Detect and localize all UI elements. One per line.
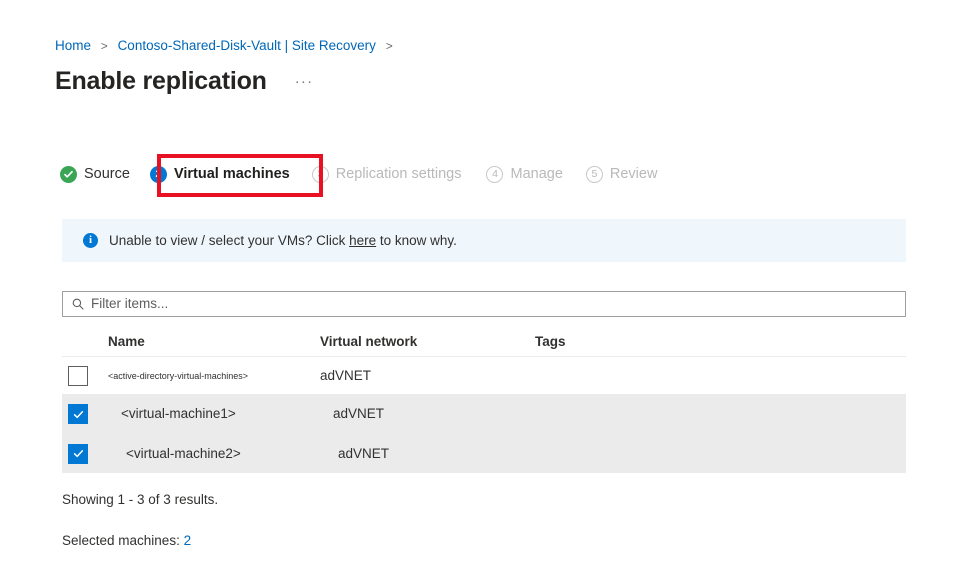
search-icon xyxy=(72,298,84,310)
table-row[interactable]: <virtual-machine2> adVNET xyxy=(62,434,906,473)
selected-machines-label: Selected machines: xyxy=(62,533,184,548)
info-icon: i xyxy=(83,233,98,248)
row-checkbox[interactable] xyxy=(68,444,88,464)
row-checkbox[interactable] xyxy=(68,366,88,386)
breadcrumb: Home > Contoso-Shared-Disk-Vault | Site … xyxy=(55,37,399,55)
table-header-row: Name Virtual network Tags xyxy=(62,328,906,357)
info-banner-text-after: to know why. xyxy=(376,233,457,248)
table-row[interactable]: <virtual-machine1> adVNET xyxy=(62,394,906,434)
row-checkbox-cell xyxy=(62,444,108,464)
table-row[interactable]: <active-directory-virtual-machines> adVN… xyxy=(62,357,906,394)
step-virtual-machines-label: Virtual machines xyxy=(174,165,290,183)
selected-machines-text: Selected machines: 2 xyxy=(62,532,191,550)
filter-input[interactable]: Filter items... xyxy=(62,291,906,317)
filter-input-placeholder: Filter items... xyxy=(91,295,168,313)
step-virtual-machines[interactable]: 2 Virtual machines xyxy=(150,165,290,183)
info-banner-link[interactable]: here xyxy=(349,233,376,248)
step-manage-label: Manage xyxy=(510,165,562,183)
row-virtual-network: adVNET xyxy=(333,405,548,423)
table-header-name: Name xyxy=(108,333,320,351)
step-number-badge-5: 5 xyxy=(586,166,603,183)
row-name: <virtual-machine1> xyxy=(108,405,333,423)
step-replication-settings-label: Replication settings xyxy=(336,165,462,183)
results-count-text: Showing 1 - 3 of 3 results. xyxy=(62,491,218,509)
step-review[interactable]: 5 Review xyxy=(586,165,658,183)
breadcrumb-item-home[interactable]: Home xyxy=(55,38,91,53)
row-virtual-network: adVNET xyxy=(338,445,553,463)
step-number-badge-2: 2 xyxy=(150,166,167,183)
info-banner: i Unable to view / select your VMs? Clic… xyxy=(62,219,906,262)
breadcrumb-separator: > xyxy=(101,39,108,53)
row-name: <active-directory-virtual-machines> xyxy=(108,367,320,385)
step-number-badge-3: 3 xyxy=(312,166,329,183)
breadcrumb-separator-trailing: > xyxy=(386,39,393,53)
breadcrumb-item-vault[interactable]: Contoso-Shared-Disk-Vault | Site Recover… xyxy=(118,38,376,53)
step-source-label: Source xyxy=(84,165,130,183)
row-virtual-network: adVNET xyxy=(320,367,535,385)
info-banner-text-before: Unable to view / select your VMs? Click xyxy=(109,233,349,248)
wizard-steps: Source 2 Virtual machines 3 Replication … xyxy=(60,160,657,188)
step-manage[interactable]: 4 Manage xyxy=(486,165,562,183)
table-header-tags: Tags xyxy=(535,333,906,351)
step-review-label: Review xyxy=(610,165,658,183)
more-actions-icon[interactable]: ··· xyxy=(295,73,314,90)
page-title: Enable replication xyxy=(55,66,267,96)
step-replication-settings[interactable]: 3 Replication settings xyxy=(312,165,462,183)
row-checkbox[interactable] xyxy=(68,404,88,424)
step-source[interactable]: Source xyxy=(60,165,130,183)
row-name: <virtual-machine2> xyxy=(108,445,338,463)
selected-machines-count[interactable]: 2 xyxy=(184,533,192,548)
vm-table: Name Virtual network Tags <active-direct… xyxy=(62,328,906,473)
row-checkbox-cell xyxy=(62,366,108,386)
check-circle-icon xyxy=(60,166,77,183)
step-number-badge-4: 4 xyxy=(486,166,503,183)
info-banner-text: Unable to view / select your VMs? Click … xyxy=(109,232,457,250)
table-header-virtual-network: Virtual network xyxy=(320,333,535,351)
page-title-row: Enable replication ··· xyxy=(55,66,313,96)
row-checkbox-cell xyxy=(62,404,108,424)
